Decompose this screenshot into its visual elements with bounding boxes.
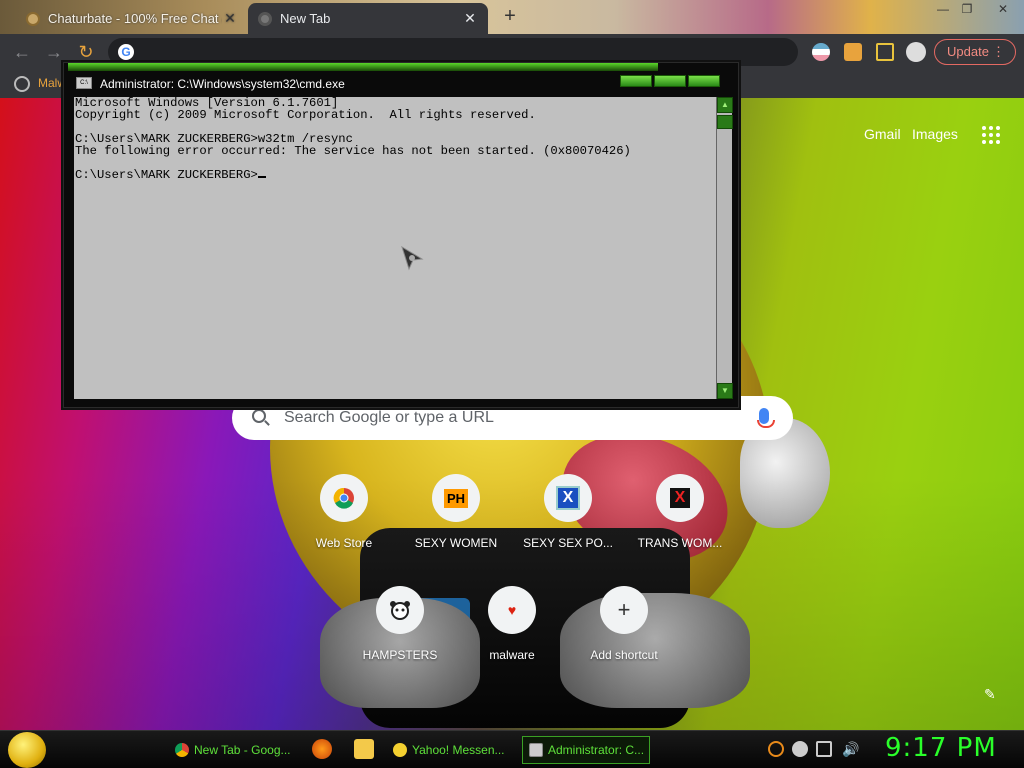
- site-favicon-icon: [26, 11, 40, 26]
- task-label: New Tab - Goog...: [194, 743, 291, 757]
- new-tab-button[interactable]: +: [498, 4, 522, 28]
- chrome-favicon-icon: [258, 11, 272, 26]
- shortcut-label: SEXY SEX PO...: [523, 536, 613, 550]
- shortcut-label: HAMPSTERS: [362, 648, 438, 662]
- reload-button[interactable]: ↻: [76, 42, 96, 62]
- task-label: Administrator: C...: [548, 743, 645, 757]
- console-prompt: C:\Users\MARK ZUCKERBERG>: [75, 168, 258, 182]
- reading-list-icon[interactable]: [876, 43, 894, 61]
- tab-new-tab[interactable]: New Tab ✕: [248, 3, 488, 34]
- console-output[interactable]: Microsoft Windows [Version 6.1.7601] Cop…: [74, 97, 716, 399]
- yahoo-smiley-icon: [393, 743, 407, 757]
- chrome-icon: [175, 743, 189, 757]
- globe-icon: [14, 76, 30, 92]
- cmd-titlebar[interactable]: C:\ Administrator: C:\Windows\system32\c…: [64, 73, 738, 95]
- shortcut-malware[interactable]: ♥ malware: [456, 586, 568, 682]
- task-label: Yahoo! Messen...: [412, 743, 505, 757]
- search-icon[interactable]: [768, 741, 784, 757]
- cmd-close-button[interactable]: [688, 75, 720, 87]
- shortcut-label: malware: [489, 648, 535, 662]
- shortcut-sexy-sex-po[interactable]: X SEXY SEX PO...: [512, 474, 624, 570]
- console-line: Copyright (c) 2009 Microsoft Corporation…: [75, 108, 536, 122]
- cmd-icon: [529, 743, 543, 757]
- tab-title: Chaturbate - 100% Free Chat &: [48, 11, 222, 26]
- avatar[interactable]: [906, 42, 926, 62]
- cmd-title: Administrator: C:\Windows\system32\cmd.e…: [100, 77, 345, 91]
- cmd-window-controls[interactable]: [620, 75, 720, 87]
- microphone-icon[interactable]: [757, 408, 775, 428]
- update-label: Update: [947, 44, 989, 59]
- mouse-pointer-icon: [401, 245, 424, 271]
- images-link[interactable]: Images: [912, 126, 958, 142]
- forward-button[interactable]: →: [44, 42, 64, 62]
- shortcut-sexy-women[interactable]: PH SEXY WOMEN: [400, 474, 512, 570]
- plus-icon: +: [600, 586, 648, 634]
- browser-tab-strip: Chaturbate - 100% Free Chat & ✕ New Tab …: [0, 0, 1024, 34]
- shortcut-label: Add shortcut: [590, 648, 658, 662]
- customize-pencil-icon[interactable]: ✎: [984, 686, 1000, 702]
- back-button[interactable]: ←: [12, 42, 32, 62]
- gmail-link[interactable]: Gmail: [864, 126, 901, 142]
- minimize-button[interactable]: —: [932, 0, 954, 18]
- extensions-puzzle-icon[interactable]: [844, 43, 862, 61]
- console-prompt-line[interactable]: C:\Users\MARK ZUCKERBERG>: [75, 169, 716, 181]
- ph-logo-icon: PH: [432, 474, 480, 522]
- menu-dots-icon: ⋮: [992, 44, 1005, 59]
- tab-title: New Tab: [280, 11, 331, 26]
- network-icon[interactable]: [816, 741, 832, 757]
- shortcut-label: SEXY WOMEN: [414, 536, 498, 550]
- tab-close-icon[interactable]: ✕: [462, 10, 478, 27]
- cmd-window[interactable]: C:\ Administrator: C:\Windows\system32\c…: [63, 62, 739, 408]
- chrome-icon: [320, 474, 368, 522]
- search-icon: [252, 409, 266, 423]
- cmd-icon: C:\: [76, 77, 92, 89]
- scroll-down-icon[interactable]: ▼: [717, 383, 733, 399]
- add-shortcut-button[interactable]: + Add shortcut: [568, 586, 680, 682]
- status-icon[interactable]: [792, 741, 808, 757]
- close-window-button[interactable]: ✕: [992, 0, 1014, 18]
- cmd-maximize-button[interactable]: [654, 75, 686, 87]
- tab-chaturbate[interactable]: Chaturbate - 100% Free Chat & ✕: [16, 3, 248, 34]
- clock[interactable]: 9:17 PM: [885, 733, 997, 763]
- scroll-thumb[interactable]: [717, 115, 733, 129]
- google-icon: G: [118, 44, 134, 60]
- shortcut-label: Web Store: [315, 536, 373, 550]
- bookmark-item[interactable]: Malw: [38, 76, 66, 90]
- tab-close-icon[interactable]: ✕: [222, 10, 238, 27]
- hamster-icon: [376, 586, 424, 634]
- console-line: The following error occurred: The servic…: [75, 144, 631, 158]
- text-cursor: [257, 176, 266, 178]
- taskbar: New Tab - Goog... Yahoo! Messen... Admin…: [0, 730, 1024, 768]
- firefox-icon[interactable]: [312, 739, 332, 759]
- taskbar-item-cmd[interactable]: Administrator: C...: [522, 736, 650, 764]
- x-logo-icon: X: [544, 474, 592, 522]
- volume-icon[interactable]: 🔊: [842, 741, 859, 757]
- google-apps-grid-icon[interactable]: [982, 126, 1000, 144]
- taskbar-item-yahoo-messenger[interactable]: Yahoo! Messen...: [386, 736, 514, 764]
- shortcut-trans-wom[interactable]: X TRANS WOM...: [624, 474, 736, 570]
- taskbar-item-chrome[interactable]: New Tab - Goog...: [168, 736, 300, 764]
- restore-button[interactable]: ❐: [956, 0, 978, 18]
- folder-icon[interactable]: [354, 739, 374, 759]
- shortcut-hampsters[interactable]: HAMPSTERS: [344, 586, 456, 682]
- heart-icon: ♥: [488, 586, 536, 634]
- shortcut-web-store[interactable]: Web Store: [288, 474, 400, 570]
- shortcut-label: TRANS WOM...: [637, 536, 723, 550]
- update-button[interactable]: Update ⋮: [934, 39, 1016, 65]
- window-frame-glow: [68, 63, 658, 71]
- profile-flag-icon[interactable]: [812, 43, 830, 61]
- cmd-minimize-button[interactable]: [620, 75, 652, 87]
- cmd-scrollbar[interactable]: ▲ ▼: [716, 97, 733, 399]
- scroll-up-icon[interactable]: ▲: [717, 97, 733, 113]
- start-button-smiley-icon[interactable]: [8, 732, 46, 768]
- x-logo-icon: X: [656, 474, 704, 522]
